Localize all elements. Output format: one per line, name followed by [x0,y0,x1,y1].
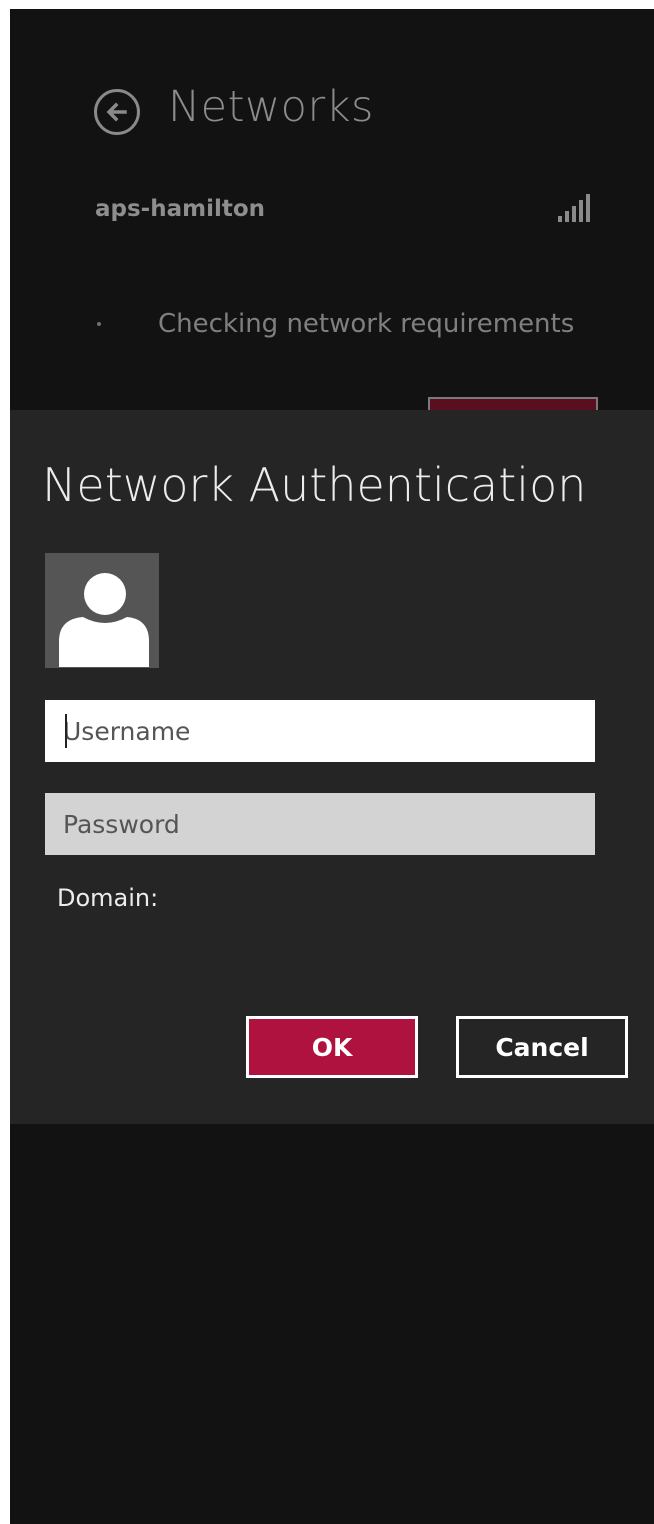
domain-label: Domain: [57,884,159,912]
dialog-title: Network Authentication [42,458,587,512]
ok-button-label: OK [311,1032,353,1062]
cancel-button[interactable]: Cancel [456,1016,628,1078]
back-arrow-icon [106,102,127,122]
wifi-signal-icon [558,192,596,222]
username-placeholder: Username [63,716,191,746]
authentication-dialog: Network Authentication Username Password… [10,410,654,1124]
user-avatar-icon [45,553,159,668]
progress-dot [97,322,101,326]
back-button[interactable] [94,89,140,135]
text-cursor [65,714,67,748]
status-text: Checking network requirements [158,309,575,339]
password-field[interactable]: Password [45,793,595,855]
username-field[interactable]: Username [45,700,595,762]
cancel-button-label: Cancel [495,1032,589,1062]
networks-title: Networks [168,82,374,132]
ok-button[interactable]: OK [246,1016,418,1078]
password-placeholder: Password [63,809,180,839]
network-name[interactable]: aps-hamilton [95,196,265,222]
